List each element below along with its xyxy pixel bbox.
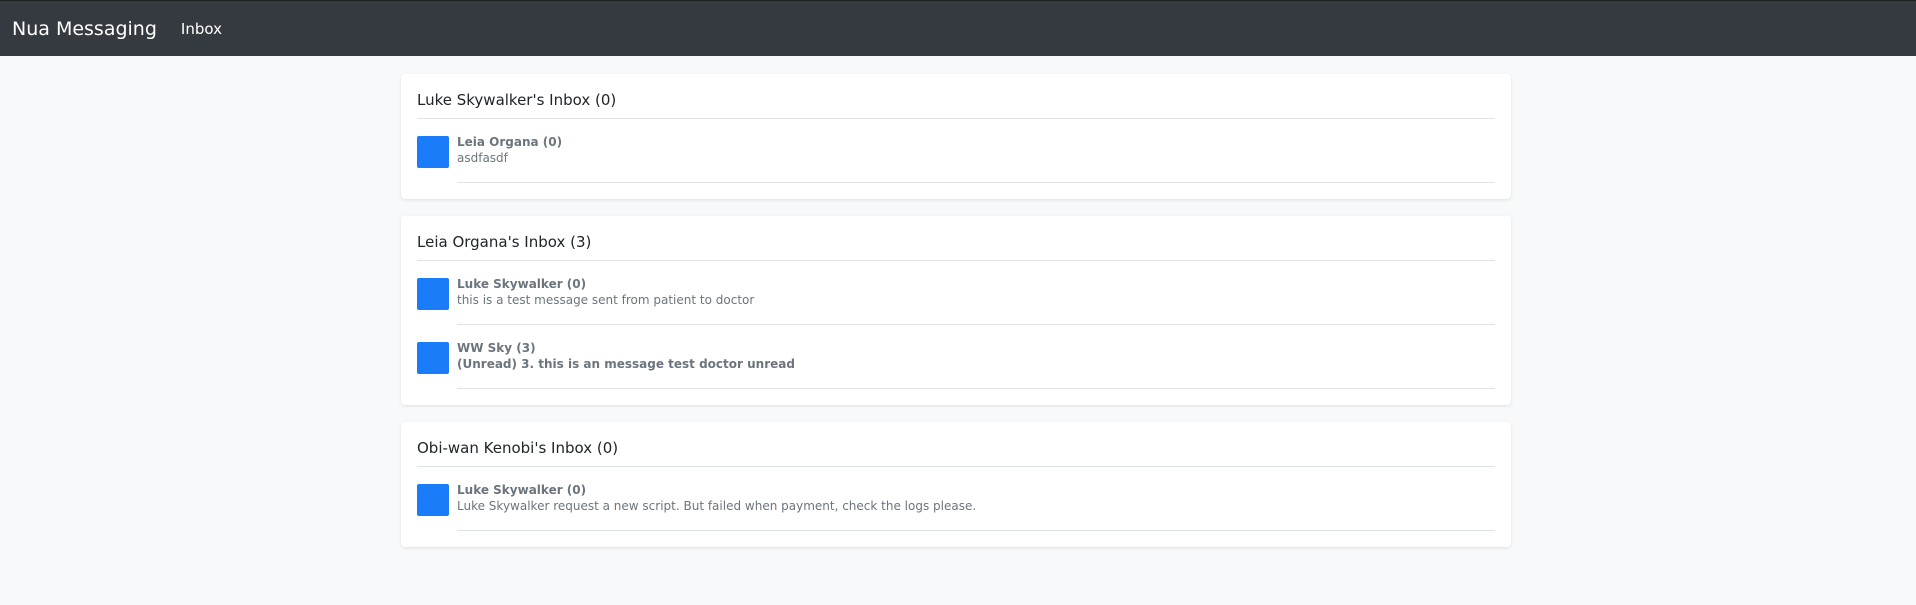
top-navbar: Nua Messaging Inbox xyxy=(0,0,1916,56)
message-item[interactable]: Luke Skywalker (0) Luke Skywalker reques… xyxy=(417,467,1495,531)
message-preview: this is a test message sent from patient… xyxy=(457,293,755,307)
message-body: Luke Skywalker (0) Luke Skywalker reques… xyxy=(457,483,1495,531)
nav-inbox-link[interactable]: Inbox xyxy=(181,20,222,38)
inbox-title: Leia Organa's Inbox (3) xyxy=(417,232,1495,261)
avatar xyxy=(417,484,449,516)
avatar xyxy=(417,342,449,374)
message-preview: (Unread) 3. this is an message test doct… xyxy=(457,357,795,371)
message-item[interactable]: Leia Organa (0) asdfasdf xyxy=(417,119,1495,183)
inbox-title: Luke Skywalker's Inbox (0) xyxy=(417,90,1495,119)
message-body: WW Sky (3) (Unread) 3. this is an messag… xyxy=(457,341,1495,389)
inbox-card: Obi-wan Kenobi's Inbox (0) Luke Skywalke… xyxy=(401,422,1511,547)
inbox-list: Luke Skywalker's Inbox (0) Leia Organa (… xyxy=(401,74,1511,564)
message-sender: Leia Organa (0) xyxy=(457,135,563,149)
message-item[interactable]: Luke Skywalker (0) this is a test messag… xyxy=(417,261,1495,325)
message-preview: Luke Skywalker request a new script. But… xyxy=(457,499,977,513)
avatar xyxy=(417,136,449,168)
message-sender: Luke Skywalker (0) xyxy=(457,483,587,497)
inbox-card: Luke Skywalker's Inbox (0) Leia Organa (… xyxy=(401,74,1511,199)
message-item[interactable]: WW Sky (3) (Unread) 3. this is an messag… xyxy=(417,325,1495,389)
message-body: Leia Organa (0) asdfasdf xyxy=(457,135,1495,183)
avatar xyxy=(417,278,449,310)
message-body: Luke Skywalker (0) this is a test messag… xyxy=(457,277,1495,325)
brand-link[interactable]: Nua Messaging xyxy=(12,18,157,40)
message-preview: asdfasdf xyxy=(457,151,508,165)
inbox-title: Obi-wan Kenobi's Inbox (0) xyxy=(417,438,1495,467)
message-sender: WW Sky (3) xyxy=(457,341,536,355)
message-sender: Luke Skywalker (0) xyxy=(457,277,587,291)
inbox-card: Leia Organa's Inbox (3) Luke Skywalker (… xyxy=(401,216,1511,405)
